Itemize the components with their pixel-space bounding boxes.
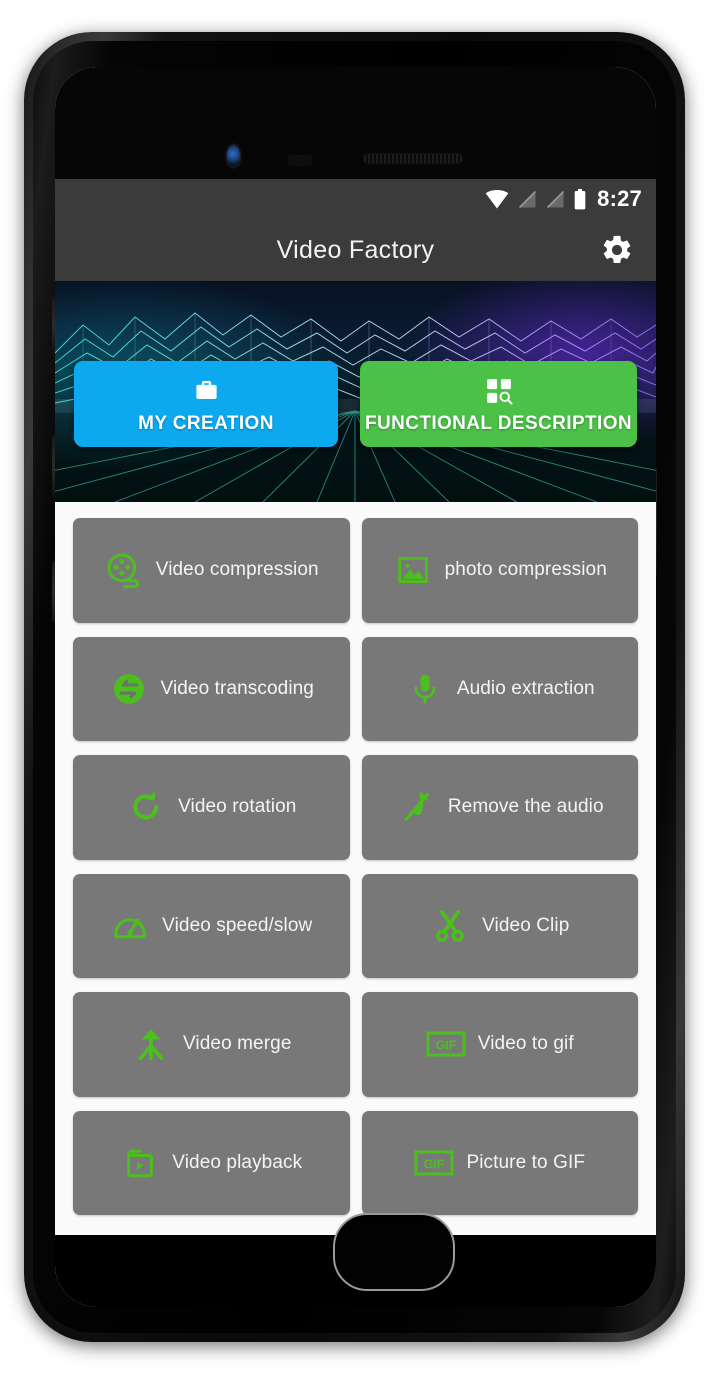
- phone-top-hardware-area: [55, 67, 656, 179]
- earpiece-speaker-icon: [363, 153, 463, 164]
- image-icon: [393, 550, 433, 590]
- tile-label: Video rotation: [178, 796, 297, 818]
- briefcase-icon: [193, 374, 220, 408]
- my-creation-label: MY CREATION: [138, 412, 274, 434]
- android-ui-root: 8:27 Video Factory MY CREATION FUNCTIONA…: [55, 67, 656, 1307]
- tile-label: Audio extraction: [456, 677, 595, 699]
- rotate-clockwise-icon: [126, 787, 166, 827]
- hero-banner: MY CREATION FUNCTIONAL DESCRIPTION: [55, 281, 656, 502]
- tile-label: Remove the audio: [447, 796, 604, 818]
- tile-remove-the-audio[interactable]: Remove the audio: [361, 755, 638, 860]
- tile-label: photo compression: [444, 559, 607, 581]
- my-creation-button[interactable]: MY CREATION: [74, 361, 338, 447]
- tile-video-playback[interactable]: Video playback: [73, 1110, 350, 1215]
- svg-text:GIF: GIF: [435, 1039, 456, 1053]
- tile-label: Picture to GIF: [466, 1151, 586, 1173]
- page-title: Video Factory: [276, 235, 435, 264]
- app-bar: Video Factory: [55, 219, 656, 281]
- replay-box-icon: [120, 1143, 160, 1183]
- feature-grid: Video compression photo compression Vide…: [55, 502, 656, 1235]
- home-button[interactable]: [333, 1213, 455, 1291]
- front-camera-icon: [227, 145, 240, 167]
- svg-text:GIF: GIF: [424, 1157, 445, 1171]
- exchange-arrows-icon: [109, 669, 149, 709]
- gear-icon: [603, 235, 631, 264]
- tile-label: Video to gif: [477, 1033, 574, 1055]
- tile-label: Video playback: [172, 1151, 303, 1173]
- status-bar: 8:27: [55, 179, 656, 219]
- tile-label: Video compression: [155, 559, 319, 581]
- tile-picture-to-gif[interactable]: GIF Picture to GIF: [361, 1110, 638, 1215]
- phone-device-frame: 8:27 Video Factory MY CREATION FUNCTIONA…: [24, 32, 685, 1342]
- status-bar-clock: 8:27: [597, 186, 642, 211]
- settings-button[interactable]: [600, 233, 634, 267]
- gif-box-icon: GIF: [414, 1143, 454, 1183]
- signal-empty-icon: [519, 190, 537, 208]
- tile-video-merge[interactable]: Video merge: [73, 992, 350, 1097]
- tile-video-speed-slow[interactable]: Video speed/slow: [73, 873, 350, 978]
- tile-label: Video speed/slow: [162, 914, 313, 936]
- tile-video-compression[interactable]: Video compression: [73, 518, 350, 623]
- functional-description-label: FUNCTIONAL DESCRIPTION: [364, 412, 633, 434]
- phone-body: 8:27 Video Factory MY CREATION FUNCTIONA…: [33, 41, 676, 1333]
- grid-search-icon: [484, 374, 514, 408]
- film-reel-icon: [104, 550, 144, 590]
- music-note-slash-icon: [396, 787, 436, 827]
- wifi-icon: [485, 189, 509, 208]
- tile-label: Video Clip: [482, 914, 570, 936]
- tile-video-rotation[interactable]: Video rotation: [73, 755, 350, 860]
- tile-audio-extraction[interactable]: Audio extraction: [361, 636, 638, 741]
- scissors-icon: [430, 906, 470, 946]
- tile-photo-compression[interactable]: photo compression: [361, 518, 638, 623]
- tile-video-clip[interactable]: Video Clip: [361, 873, 638, 978]
- merge-arrow-icon: [131, 1024, 171, 1064]
- tile-video-to-gif[interactable]: GIF Video to gif: [361, 992, 638, 1097]
- speedometer-icon: [110, 906, 150, 946]
- gif-box-icon: GIF: [426, 1024, 466, 1064]
- microphone-icon: [405, 669, 445, 709]
- phone-screen: 8:27 Video Factory MY CREATION FUNCTIONA…: [55, 67, 656, 1307]
- tile-video-transcoding[interactable]: Video transcoding: [73, 636, 350, 741]
- functional-description-button[interactable]: FUNCTIONAL DESCRIPTION: [360, 361, 637, 447]
- battery-icon: [574, 188, 586, 209]
- proximity-sensor-icon: [287, 155, 313, 166]
- signal-empty-icon: [547, 190, 565, 208]
- tile-label: Video transcoding: [160, 677, 314, 699]
- tile-label: Video merge: [183, 1033, 292, 1055]
